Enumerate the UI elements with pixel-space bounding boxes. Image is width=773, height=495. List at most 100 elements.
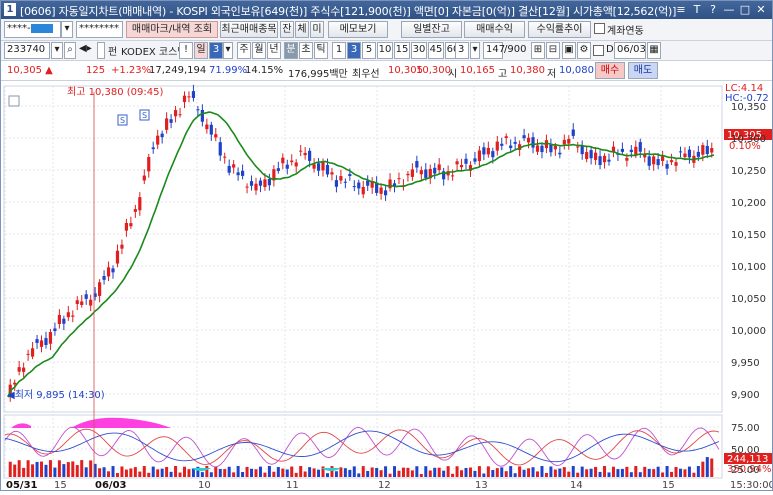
volume-bar xyxy=(589,468,593,477)
candle xyxy=(652,156,656,165)
menu-icon[interactable]: ≡ xyxy=(674,2,688,17)
chart-menu-icon[interactable] xyxy=(8,95,20,107)
volume-bar xyxy=(187,469,191,477)
buy-button[interactable]: 매수 xyxy=(595,62,625,79)
interval-5[interactable]: 5 xyxy=(362,42,376,59)
code-input[interactable]: 233740 xyxy=(4,42,50,59)
candle xyxy=(62,318,66,324)
zoom-in-icon[interactable]: ⊞ xyxy=(531,42,545,59)
volume-bar xyxy=(250,468,254,477)
count-input-b[interactable]: 147 xyxy=(483,42,505,59)
interval-3[interactable]: 3 xyxy=(347,42,361,59)
volume-bar xyxy=(620,468,624,477)
date-input[interactable]: 06/03 xyxy=(614,42,646,59)
volume-bar xyxy=(513,473,517,477)
volume-bar xyxy=(22,467,26,477)
count-input-a[interactable]: 3 xyxy=(455,42,469,59)
period-yearly[interactable]: 년 xyxy=(267,42,281,59)
volume-bar xyxy=(518,466,522,477)
open-price: 10,165 xyxy=(460,65,495,76)
candle xyxy=(535,145,540,152)
volume-bar xyxy=(442,470,446,477)
interval-30[interactable]: 30 xyxy=(411,42,427,59)
close-icon[interactable]: ✕ xyxy=(754,2,768,17)
account-input[interactable]: ****- xyxy=(4,21,61,38)
price-chart-svg[interactable]: 최고 10,380 (09:45) ◀최저 9,895 (14:30) LC:4… xyxy=(1,82,773,492)
font-icon[interactable]: T xyxy=(690,2,704,17)
period-tick[interactable]: 틱 xyxy=(314,42,328,59)
period-minute[interactable]: 분 xyxy=(284,42,298,59)
code-dropdown-icon[interactable]: ▾ xyxy=(51,42,63,59)
search-icon[interactable]: ⌕ xyxy=(64,42,76,59)
settings-icon[interactable]: ⚙ xyxy=(577,42,591,59)
volume-bar xyxy=(294,472,298,477)
period-daily[interactable]: 일 xyxy=(194,42,208,59)
volume-bar xyxy=(629,472,633,477)
count-dropdown-icon[interactable]: ▾ xyxy=(470,42,480,59)
candle xyxy=(607,159,611,162)
calendar-icon[interactable]: ▦ xyxy=(647,42,661,59)
speaker-icon[interactable]: ◀▸ xyxy=(79,43,92,54)
trade-profit-button[interactable]: 매매수익 xyxy=(464,21,525,38)
balance-button[interactable]: 잔 xyxy=(280,21,294,38)
info-icon[interactable]: ! xyxy=(179,42,193,59)
candle xyxy=(634,146,638,155)
candle xyxy=(509,145,513,149)
volume-bar xyxy=(245,466,249,477)
volume-bar xyxy=(491,470,495,477)
sell-button[interactable]: 매도 xyxy=(628,62,658,79)
candle xyxy=(187,96,191,98)
x-tick-label: 15 xyxy=(54,480,67,491)
period-monthly[interactable]: 월 xyxy=(252,42,266,59)
candle xyxy=(267,179,271,186)
volume-bar xyxy=(48,460,52,477)
volume-bar xyxy=(428,470,432,477)
prev-stock-icon[interactable] xyxy=(97,42,105,59)
interval-1[interactable]: 1 xyxy=(332,42,346,59)
daily-balance-button[interactable]: 일별잔고 xyxy=(401,21,462,38)
candle xyxy=(625,157,629,161)
volume-bar xyxy=(527,468,531,477)
volume-bar xyxy=(625,466,629,477)
minimize-icon[interactable]: — xyxy=(722,2,736,17)
save-icon[interactable]: ▣ xyxy=(562,42,576,59)
period-num-input[interactable]: 3 xyxy=(209,42,223,59)
interval-10[interactable]: 10 xyxy=(377,42,393,59)
volume-bar xyxy=(473,470,477,477)
candle xyxy=(178,114,182,116)
help-icon[interactable]: ? xyxy=(706,2,720,17)
candle xyxy=(84,294,88,299)
x-tick-label: 11 xyxy=(286,480,299,491)
password-input[interactable]: ******** xyxy=(76,21,123,38)
interval-45[interactable]: 45 xyxy=(428,42,444,59)
contract-button[interactable]: 체 xyxy=(295,21,309,38)
maximize-icon[interactable]: □ xyxy=(738,2,752,17)
chart-area[interactable]: 최고 10,380 (09:45) ◀최저 9,895 (14:30) LC:4… xyxy=(1,82,773,492)
account-link-checkbox[interactable] xyxy=(594,23,605,34)
volume-bar xyxy=(325,473,329,477)
volume-bar xyxy=(111,466,115,477)
candle xyxy=(352,186,356,188)
recent-trade-button[interactable]: 최근매매종목 xyxy=(220,21,278,38)
interval-15[interactable]: 15 xyxy=(394,42,410,59)
date-checkbox[interactable] xyxy=(593,45,604,56)
memo-button[interactable]: 메모보기 xyxy=(328,21,388,38)
trade-mark-button[interactable]: 매매마크/내역 조회 xyxy=(126,21,218,38)
chart-window: 1 [0606] 자동일지차트(매매내역) - KOSPI 외국인보유[649(… xyxy=(0,0,773,491)
account-dropdown-icon[interactable]: ▾ xyxy=(61,21,73,38)
candle xyxy=(406,173,410,176)
candle xyxy=(106,267,111,277)
stock-name: KODEX 코스닥 xyxy=(121,47,187,58)
zoom-out-icon[interactable]: ⊟ xyxy=(546,42,560,59)
unfilled-button[interactable]: 미 xyxy=(310,21,324,38)
volume-bar xyxy=(710,458,714,477)
period-second[interactable]: 초 xyxy=(299,42,313,59)
volume-bar xyxy=(531,467,535,477)
candle xyxy=(254,183,258,191)
period-weekly[interactable]: 주 xyxy=(237,42,251,59)
return-trend-button[interactable]: 수익률추이 xyxy=(528,21,591,38)
candle xyxy=(455,161,459,165)
candle xyxy=(129,223,133,227)
candle xyxy=(165,118,169,130)
period-dropdown-icon[interactable]: ▾ xyxy=(223,42,233,59)
